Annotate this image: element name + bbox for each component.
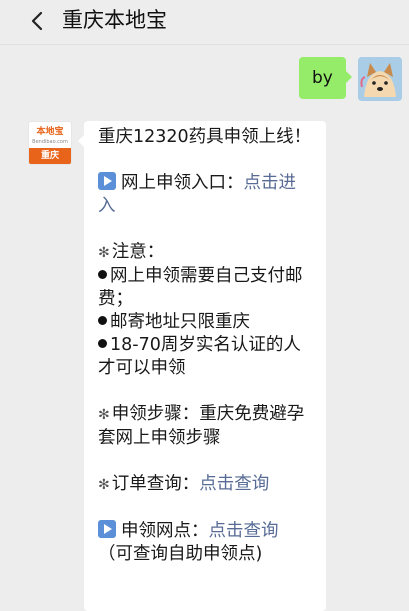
pickup-point-line: 申领网点：点击查询	[98, 520, 326, 543]
online-entry-label: 网上申领入口：	[121, 173, 244, 193]
notice-title: 注意：	[111, 242, 165, 262]
order-query-label: 订单查询：	[111, 474, 200, 494]
steps-line-cont: 套网上申领步骤	[98, 428, 221, 448]
asterisk-icon: ✻	[98, 245, 110, 261]
online-entry-link-cont[interactable]: 入	[98, 195, 326, 218]
play-icon	[98, 520, 116, 538]
bullet-3-icon	[98, 339, 107, 348]
notice-item-1: 网上申领需要自己支付邮	[98, 265, 326, 288]
avatar-url-text: Bendibao.com	[32, 139, 68, 145]
message-headline: 重庆12320药具申领上线！	[98, 127, 312, 147]
steps-line: ✻ 申领步骤：重庆免费避孕	[98, 403, 326, 427]
online-entry-link[interactable]: 点击进	[244, 173, 297, 193]
top-navigation-bar: 重庆本地宝	[0, 0, 409, 45]
notice-item-3: 18-70周岁实名认证的人	[98, 334, 326, 357]
avatar-city-label: 重庆	[29, 148, 71, 164]
chat-title: 重庆本地宝	[62, 8, 167, 32]
pickup-point-link[interactable]: 点击查询	[209, 521, 279, 541]
avatar-logo-text: 本地宝	[36, 127, 64, 137]
pickup-point-note: （可查询自助申领点)	[98, 544, 263, 564]
shiba-dog-avatar-icon	[358, 57, 402, 101]
notice-item-1-cont: 费；	[98, 289, 133, 309]
play-icon	[98, 172, 116, 190]
notice-title-line: ✻ 注意：	[98, 241, 326, 265]
chevron-left-icon	[31, 11, 43, 31]
notice-item-3-cont: 才可以申领	[98, 358, 186, 378]
incoming-message-bubble: 重庆12320药具申领上线！ 网上申领入口：点击进 入 ✻ 注意： 网上申领需要自…	[78, 121, 326, 611]
bullet-1-icon	[98, 270, 107, 279]
official-account-avatar[interactable]: 本地宝 Bendibao.com 重庆	[28, 121, 72, 165]
online-entry-line: 网上申领入口：点击进	[98, 172, 326, 195]
notice-2-text: 邮寄地址只限重庆	[110, 312, 250, 332]
order-query-line: ✻ 订单查询：点击查询	[98, 473, 326, 497]
order-query-link[interactable]: 点击查询	[199, 474, 269, 494]
outgoing-message-text: by	[312, 68, 333, 88]
asterisk-icon: ✻	[98, 477, 110, 493]
back-button[interactable]	[28, 9, 48, 33]
notice-item-2: 邮寄地址只限重庆	[98, 311, 326, 334]
notice-3-text: 18-70周岁实名认证的人	[110, 335, 301, 355]
pickup-point-label: 申领网点：	[121, 521, 209, 541]
notice-1-text: 网上申领需要自己支付邮	[110, 266, 303, 286]
asterisk-icon: ✻	[98, 407, 110, 423]
bullet-2-icon	[98, 316, 107, 325]
user-avatar[interactable]	[358, 57, 402, 101]
steps-text: 申领步骤：重庆免费避孕	[111, 404, 305, 424]
outgoing-message-bubble[interactable]: by	[299, 57, 352, 99]
